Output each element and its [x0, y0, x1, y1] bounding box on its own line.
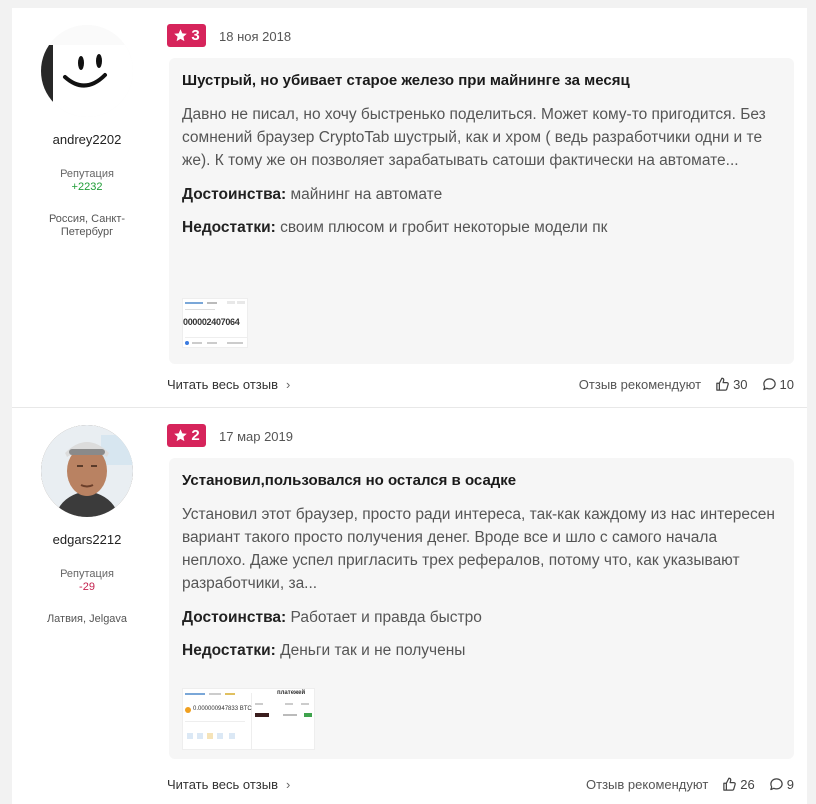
pros-text: майнинг на автомате — [290, 186, 443, 203]
pros-text: Работает и правда быстро — [290, 609, 482, 626]
like-count: 26 — [740, 776, 755, 792]
comments-button[interactable]: 10 — [762, 377, 794, 392]
thumbs-up-icon — [723, 777, 737, 791]
star-icon — [174, 29, 188, 42]
star-icon — [174, 429, 188, 442]
review-body[interactable]: Установил,пользовался но остался в осадк… — [169, 458, 794, 759]
read-full-review-link[interactable]: Читать весь отзыв › — [167, 777, 290, 792]
review-author: andrey2202 Репутация +2232 Россия, Санкт… — [12, 8, 162, 239]
comments-button[interactable]: 9 — [769, 777, 794, 792]
cons-text: Деньги так и не получены — [280, 642, 466, 659]
author-name[interactable]: andrey2202 — [12, 132, 162, 147]
recommend-label: Отзыв рекомендуют — [586, 776, 709, 792]
review-pros: Достоинства: Работает и правда быстро — [182, 609, 781, 627]
review-card: edgars2212 Репутация -29 Латвия, Jelgava… — [12, 408, 807, 804]
review-date: 17 мар 2019 — [219, 429, 294, 444]
rating-value: 3 — [191, 27, 200, 44]
author-location: Латвия, Jelgava — [46, 613, 128, 625]
like-button[interactable]: 30 — [715, 376, 748, 392]
comment-icon — [762, 377, 776, 390]
recommend-label: Отзыв рекомендуют — [578, 376, 702, 392]
comment-count: 10 — [779, 376, 794, 392]
rating-value: 2 — [191, 427, 200, 444]
thumbnail-text: 000002407064 — [183, 317, 240, 327]
comment-count: 9 — [786, 776, 794, 792]
author-location: Россия, Санкт-Петербург — [48, 213, 126, 238]
rating-badge: 3 — [167, 24, 206, 47]
review-image-thumbnail[interactable]: 0.000000947833 BTC платежей — [182, 688, 315, 750]
review-text: Давно не писал, но хочу быстренько подел… — [182, 106, 766, 169]
chevron-right-icon: › — [286, 776, 291, 792]
review-body[interactable]: Шустрый, но убивает старое железо при ма… — [169, 58, 794, 364]
review-image-thumbnail[interactable]: 000002407064 — [182, 298, 248, 348]
avatar[interactable] — [41, 25, 133, 117]
thumbs-up-icon — [716, 377, 729, 391]
chevron-right-icon: › — [286, 376, 291, 392]
reputation-label: Репутация — [60, 568, 114, 580]
cons-label: Недостатки: — [182, 642, 276, 659]
review-title[interactable]: Установил,пользовался но остался в осадк… — [182, 472, 781, 489]
reputation-label: Репутация — [60, 168, 114, 180]
read-more-label: Читать весь отзыв — [167, 776, 279, 792]
thumbnail-text: 0.000000947833 BTC — [193, 706, 252, 712]
review-cons: Недостатки: Деньги так и не получены — [182, 642, 781, 660]
cons-text: своим плюсом и гробит некоторые модели п… — [280, 219, 608, 236]
author-name[interactable]: edgars2212 — [12, 532, 162, 547]
like-button[interactable]: 26 — [722, 776, 755, 792]
review-date: 18 ноя 2018 — [219, 29, 292, 44]
avatar[interactable] — [41, 425, 133, 517]
review-author: edgars2212 Репутация -29 Латвия, Jelgava — [12, 408, 162, 626]
pros-label: Достоинства: — [182, 186, 287, 203]
like-count: 30 — [733, 376, 748, 392]
review-cons: Недостатки: своим плюсом и гробит некото… — [182, 219, 781, 237]
review-card: andrey2202 Репутация +2232 Россия, Санкт… — [12, 8, 807, 407]
cons-label: Недостатки: — [182, 219, 276, 236]
reputation-value: +2232 — [71, 181, 103, 193]
rating-badge: 2 — [167, 424, 206, 447]
review-pros: Достоинства: майнинг на автомате — [182, 186, 781, 204]
read-more-label: Читать весь отзыв — [167, 376, 279, 392]
reputation-value: -29 — [79, 581, 95, 593]
pros-label: Достоинства: — [182, 609, 287, 626]
review-footer: Читать весь отзыв › Отзыв рекомендуют 30… — [167, 374, 794, 394]
read-full-review-link[interactable]: Читать весь отзыв › — [167, 377, 290, 392]
review-text: Установил этот браузер, просто ради инте… — [182, 506, 775, 592]
comment-icon — [770, 777, 783, 790]
thumbnail-heading: платежей — [277, 690, 306, 696]
review-title[interactable]: Шустрый, но убивает старое железо при ма… — [182, 72, 781, 89]
screenshot-thumbnail-image — [183, 689, 314, 749]
review-footer: Читать весь отзыв › Отзыв рекомендуют 26… — [167, 774, 794, 794]
